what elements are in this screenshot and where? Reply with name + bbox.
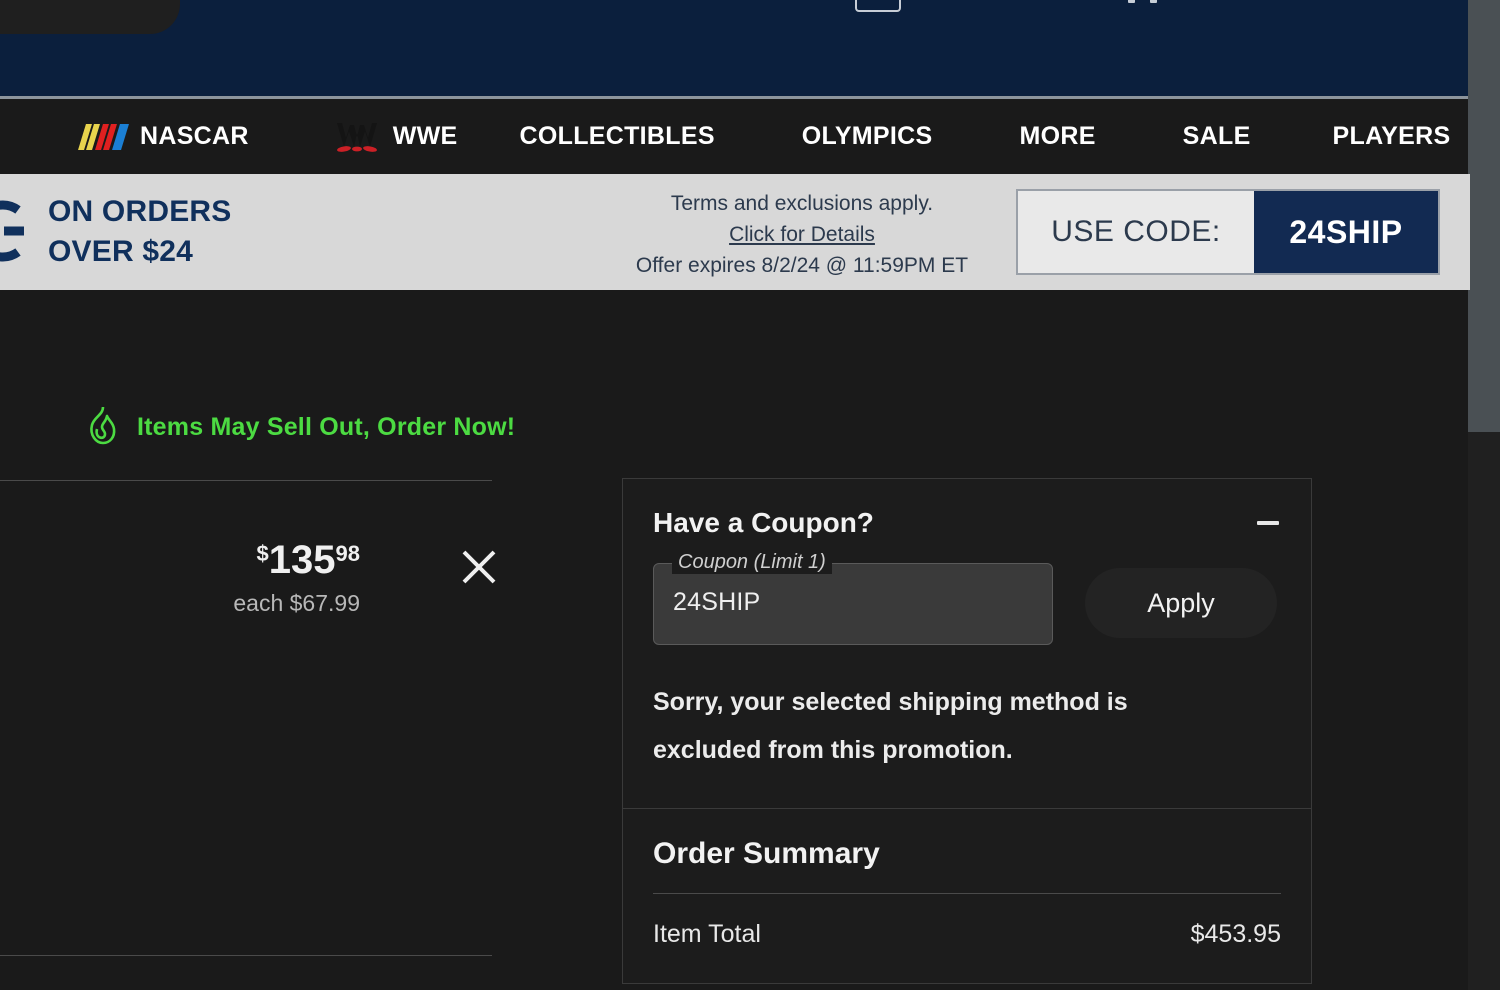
coupon-header: Have a Coupon? [653,507,1281,539]
promo-code-box[interactable]: USE CODE: 24SHIP [1016,189,1440,275]
promo-banner: ON ORDERS OVER $24 Terms and exclusions … [0,174,1470,290]
order-summary-section: Order Summary Item Total $453.95 [623,808,1311,983]
shipping-g-logo-icon [0,196,30,266]
order-summary-row-value: $453.95 [1190,920,1281,948]
header-corner-notch [0,0,180,34]
nav-item-label: OLYMPICS [801,122,933,150]
browser-chrome-strip-lower [1468,432,1500,990]
nav-item-more[interactable]: MORE [1019,122,1095,151]
flame-icon [85,405,119,450]
nav-item-label: COLLECTIBLES [519,122,715,150]
category-nav: NASCAR WWE COLLECTIBLES OLYMPICS MORE SA… [0,99,1468,174]
nav-item-label: MORE [1019,122,1096,150]
site-header [0,0,1468,99]
price-currency: $ [256,541,269,566]
nav-item-olympics[interactable]: OLYMPICS [802,122,933,151]
promo-expiry-line: Offer expires 8/2/24 @ 11:59PM ET [635,254,969,278]
price-cents: 98 [335,541,360,566]
price-dollars: 135 [268,538,336,582]
sell-out-text: Items May Sell Out, Order Now! [137,413,516,441]
cart-item-unit-price: each $67.99 [233,590,360,616]
cart-item-price: $13598 [0,540,360,580]
promo-terms-line: Terms and exclusions apply. [670,192,934,215]
coupon-input-label: Coupon (Limit 1) [672,551,832,574]
cart-box-icon[interactable] [855,0,901,12]
order-summary-row: Item Total $453.95 [653,920,1281,949]
order-summary-row-label: Item Total [653,920,761,948]
nav-item-label: NASCAR [140,122,249,150]
coupon-title: Have a Coupon? [653,507,874,538]
nav-item-collectibles[interactable]: COLLECTIBLES [520,122,715,151]
nav-item-label: SALE [1182,122,1251,150]
promo-headline-line2: OVER $24 [48,234,194,268]
coupon-section: Have a Coupon? Coupon (Limit 1) 24SHIP A… [623,479,1311,808]
apply-coupon-button[interactable]: Apply [1085,568,1277,638]
cart-item-price-block: $13598 each $67.99 [0,540,492,632]
checkout-side-card: Have a Coupon? Coupon (Limit 1) 24SHIP A… [622,478,1312,984]
wwe-logo-icon [335,121,379,153]
promo-headline: ON ORDERS OVER $24 [48,192,232,272]
minus-icon[interactable] [1255,510,1281,536]
nav-item-nascar[interactable]: NASCAR [78,122,249,151]
nav-item-wwe[interactable]: WWE [335,121,458,153]
nav-item-label: PLAYERS [1332,122,1451,150]
nav-item-label: WWE [392,122,458,150]
coupon-input-value: 24SHIP [673,588,761,616]
order-summary-title: Order Summary [653,837,880,870]
nav-item-sale[interactable]: SALE [1183,122,1251,151]
coupon-input[interactable]: Coupon (Limit 1) 24SHIP [653,551,1053,645]
promo-terms: Terms and exclusions apply. Click for De… [612,188,992,281]
order-summary-rule [653,893,1281,894]
nascar-logo-icon [78,123,129,150]
page-root: NASCAR WWE COLLECTIBLES OLYMPICS MORE SA… [0,0,1500,990]
promo-code-value: 24SHIP [1254,191,1438,273]
cart-divider-bottom [0,955,492,956]
browser-chrome-strip [1468,0,1500,432]
coupon-input-row: Coupon (Limit 1) 24SHIP Apply [653,551,1281,645]
close-x-icon[interactable] [458,546,500,588]
coupon-error-message: Sorry, your selected shipping method is … [653,688,1128,764]
promo-headline-line1: ON ORDERS [48,195,232,228]
nav-item-players[interactable]: PLAYERS [1333,122,1451,151]
promo-details-link[interactable]: Click for Details [612,219,992,250]
sell-out-alert: Items May Sell Out, Order Now! [85,405,515,450]
header-dots-icon[interactable] [1128,0,1162,4]
promo-use-code-label: USE CODE: [1051,215,1221,248]
cart-divider-top [0,480,492,481]
